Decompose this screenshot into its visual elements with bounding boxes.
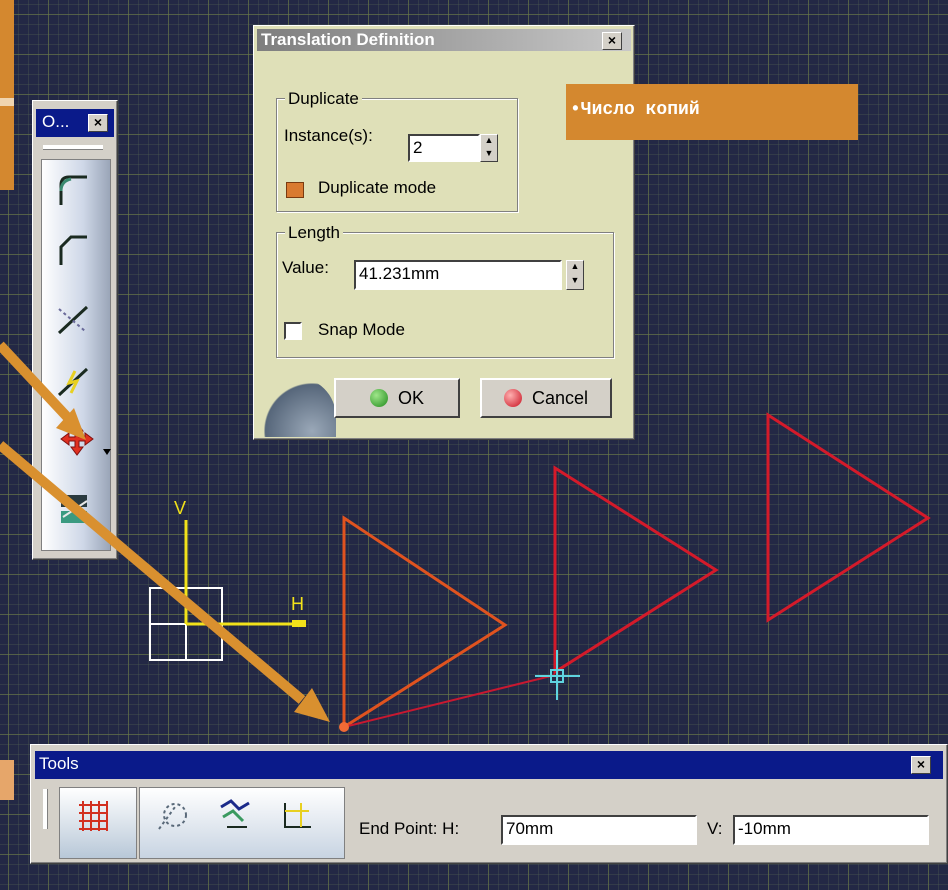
construction-element-icon[interactable] <box>155 797 191 833</box>
ok-icon <box>369 389 388 407</box>
slide-accent-bottom <box>0 760 14 800</box>
instances-spinner[interactable]: ▲ ▼ <box>480 134 498 162</box>
copies-callout: •Число копий <box>566 84 858 140</box>
offset-icon[interactable] <box>57 491 93 527</box>
value-spinner[interactable]: ▲ ▼ <box>566 260 584 290</box>
instances-label: Instance(s): <box>284 126 373 145</box>
operations-toolbar: O... × <box>32 100 118 560</box>
chamfer-icon[interactable] <box>55 231 91 267</box>
axis-h-label: H <box>291 594 304 614</box>
snap-mode-label: Snap Mode <box>318 320 405 339</box>
duplicate-mode-checkbox[interactable] <box>286 182 304 198</box>
end-point-h-field[interactable]: 70mm <box>501 815 697 845</box>
tools-toolbar: Tools × End Point: H: 70mm V: -10mm <box>30 744 948 864</box>
tools-toolbar-titlebar[interactable]: Tools × <box>35 751 943 779</box>
translation-dialog-titlebar[interactable]: Translation Definition <box>257 29 631 51</box>
cancel-button-label: Cancel <box>531 387 589 408</box>
snap-mode-checkbox[interactable] <box>284 322 302 340</box>
tools-toolbar-close-button[interactable]: × <box>911 756 931 774</box>
slide-accent-top <box>0 0 14 190</box>
copies-callout-text: •Число копий <box>570 100 700 120</box>
duplicate-group-label: Duplicate <box>285 89 362 109</box>
toolbar-handle[interactable] <box>43 145 103 150</box>
triangle-copy-1 <box>553 465 719 675</box>
grid-icon[interactable] <box>75 797 111 833</box>
operations-toolbar-titlebar[interactable]: O... × <box>36 109 114 137</box>
ok-button-label: OK <box>397 387 424 408</box>
translation-dialog-title: Translation Definition <box>261 30 435 49</box>
tools-handle[interactable] <box>43 789 48 829</box>
instances-field[interactable]: 2 <box>408 134 480 162</box>
triangle-original <box>342 515 508 730</box>
corner-icon[interactable] <box>55 171 91 207</box>
dimensional-constraints-icon[interactable] <box>279 797 315 833</box>
crosshair-cursor <box>535 650 580 700</box>
tools-toolbar-title: Tools <box>39 754 79 773</box>
ok-button[interactable]: OK <box>334 378 460 418</box>
end-point-v-field[interactable]: -10mm <box>733 815 929 845</box>
sketch-canvas[interactable]: V H O... × Translation Definition × Dupl… <box>0 0 948 890</box>
cancel-icon <box>503 389 522 407</box>
operations-toolbar-title: O... <box>42 112 70 131</box>
value-field[interactable]: 41.231mm <box>354 260 562 290</box>
axis-v-label: V <box>174 498 187 518</box>
slide-accent-strip <box>0 98 14 106</box>
triangle-copy-2 <box>766 412 931 623</box>
cancel-button[interactable]: Cancel <box>480 378 612 418</box>
translation-dialog-close-button[interactable]: × <box>602 32 622 50</box>
duplicate-mode-label: Duplicate mode <box>318 178 437 197</box>
translation-vector <box>343 674 556 728</box>
end-point-v-label: V: <box>707 819 723 838</box>
length-group-label: Length <box>285 223 343 243</box>
operations-toolbar-close-button[interactable]: × <box>88 114 108 132</box>
geometric-constraints-icon[interactable] <box>217 797 253 833</box>
end-point-label: End Point: H: <box>359 819 460 838</box>
break-icon[interactable] <box>55 363 91 399</box>
dialog-decoration <box>256 377 336 437</box>
value-label: Value: <box>282 258 329 277</box>
translate-icon[interactable] <box>59 421 95 457</box>
translate-flyout-arrow[interactable] <box>103 449 111 455</box>
trim-icon[interactable] <box>55 301 91 337</box>
